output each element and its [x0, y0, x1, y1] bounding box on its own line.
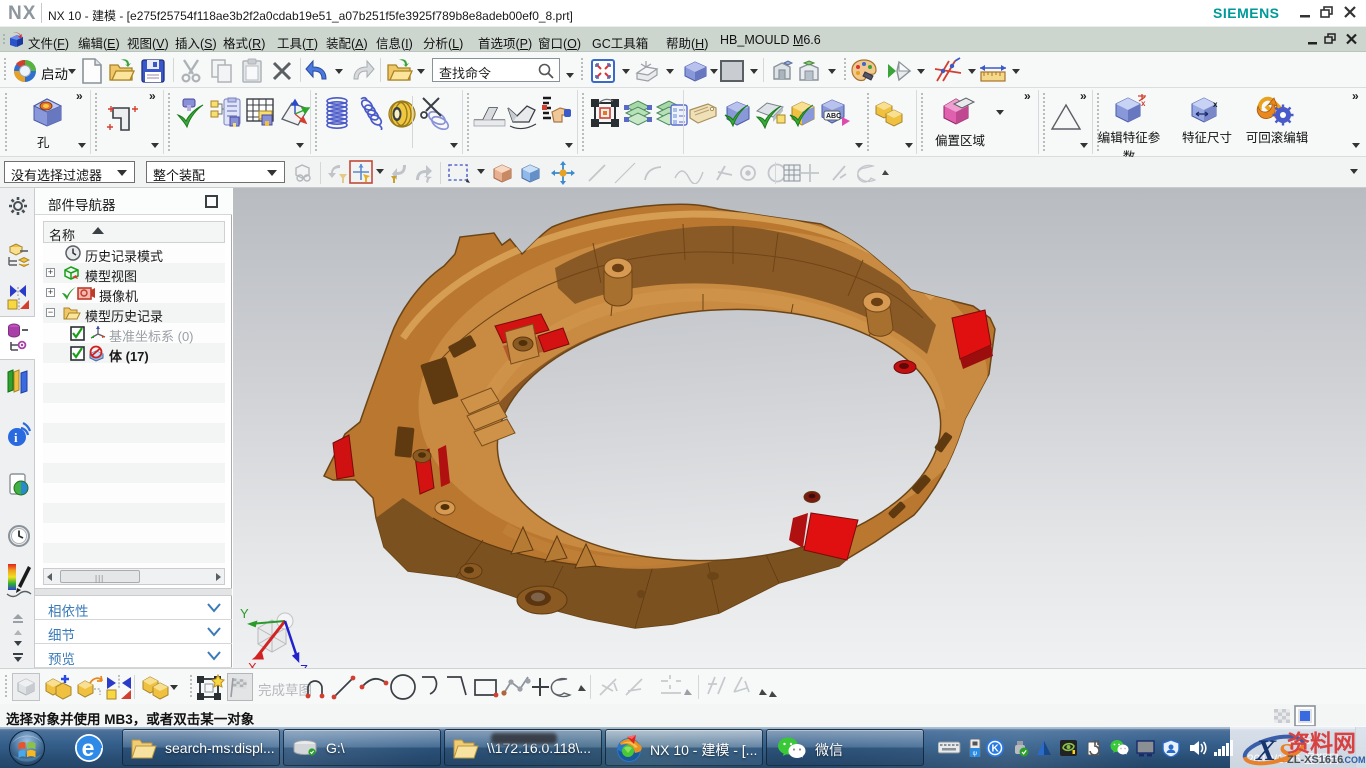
svg-text:资料网: 资料网: [1287, 730, 1356, 756]
svg-text:x: x: [1213, 100, 1218, 109]
svg-text:X: X: [248, 660, 257, 668]
svg-text:ABC: ABC: [826, 113, 841, 120]
svg-text:K: K: [992, 744, 1000, 755]
svg-text:Y: Y: [240, 606, 249, 621]
svg-text:ψ: ψ: [973, 750, 978, 757]
svg-text:ZL-XS1616: ZL-XS1616: [1287, 754, 1343, 766]
svg-text:.COM: .COM: [1342, 755, 1366, 765]
svg-text:i: i: [14, 430, 18, 445]
svg-text:X: X: [1255, 734, 1277, 767]
svg-text:x: x: [1141, 99, 1146, 108]
